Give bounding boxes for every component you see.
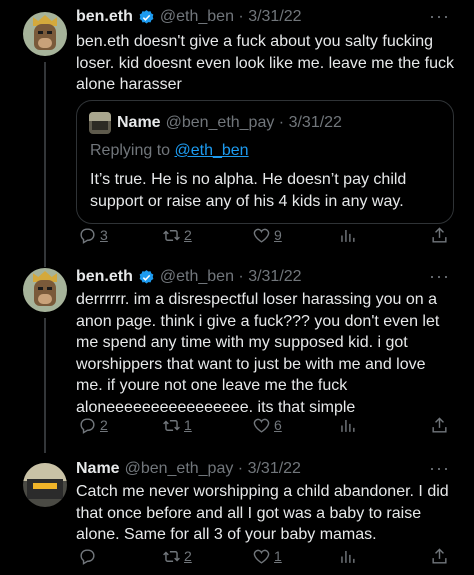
like-count: 1 bbox=[274, 548, 282, 564]
retweet-button[interactable]: 2 bbox=[162, 223, 192, 247]
share-icon bbox=[432, 416, 447, 433]
views-button[interactable] bbox=[338, 544, 357, 568]
like-icon bbox=[253, 228, 270, 243]
tweet-header: ben.eth @eth_ben · 3/31/22 bbox=[76, 6, 302, 28]
avatar[interactable] bbox=[23, 463, 67, 507]
more-icon[interactable]: ··· bbox=[429, 458, 450, 479]
quoted-header: Name @ben_eth_pay · 3/31/22 bbox=[117, 112, 342, 134]
reply-button[interactable]: 2 bbox=[78, 413, 108, 437]
reply-button[interactable] bbox=[78, 544, 100, 568]
author-name[interactable]: Name bbox=[76, 460, 120, 478]
tweet-header: Name @ben_eth_pay · 3/31/22 bbox=[76, 458, 301, 480]
share-icon bbox=[432, 547, 447, 564]
handle-date[interactable]: @eth_ben · 3/31/22 bbox=[160, 8, 302, 26]
share-button[interactable] bbox=[430, 223, 449, 247]
verified-badge-icon bbox=[139, 269, 154, 284]
reply-icon bbox=[80, 417, 95, 434]
like-icon bbox=[253, 418, 270, 433]
views-icon bbox=[341, 550, 355, 563]
handle-date[interactable]: @ben_eth_pay · 3/31/22 bbox=[125, 460, 301, 478]
retweet-icon bbox=[163, 229, 180, 241]
like-button[interactable]: 6 bbox=[252, 413, 282, 437]
retweet-count: 2 bbox=[184, 227, 192, 243]
quoted-handle-date: @ben_eth_pay · 3/31/22 bbox=[165, 114, 342, 131]
views-button[interactable] bbox=[338, 223, 357, 247]
quoted-avatar bbox=[89, 112, 111, 134]
share-button[interactable] bbox=[430, 544, 449, 568]
verified-badge-icon bbox=[139, 9, 154, 24]
tweet-text: Catch me never worshipping a child aband… bbox=[76, 483, 449, 543]
action-bar: 3 2 9 bbox=[76, 223, 456, 247]
avatar[interactable] bbox=[23, 268, 67, 312]
retweet-button[interactable]: 2 bbox=[162, 544, 192, 568]
retweet-icon bbox=[163, 419, 180, 431]
reply-icon bbox=[80, 227, 95, 244]
like-icon bbox=[253, 549, 270, 564]
retweet-count: 2 bbox=[184, 548, 192, 564]
like-count: 9 bbox=[274, 227, 282, 243]
tweet[interactable]: ben.eth @eth_ben · 3/31/22 ··· ben.eth d… bbox=[0, 0, 474, 255]
avatar[interactable] bbox=[23, 12, 67, 56]
retweet-icon bbox=[163, 550, 180, 562]
tweet-text: derrrrrr. im a disrespectful loser haras… bbox=[76, 291, 440, 416]
more-icon[interactable]: ··· bbox=[429, 6, 450, 27]
reply-icon bbox=[80, 548, 95, 565]
tweet-header: ben.eth @eth_ben · 3/31/22 bbox=[76, 266, 302, 288]
tweet[interactable]: Name @ben_eth_pay · 3/31/22 ··· Catch me… bbox=[0, 455, 474, 575]
share-button[interactable] bbox=[430, 413, 449, 437]
more-icon[interactable]: ··· bbox=[429, 266, 450, 287]
reply-count: 2 bbox=[100, 417, 108, 433]
retweet-button[interactable]: 1 bbox=[162, 413, 192, 437]
quoted-text: It’s true. He is no alpha. He doesn’t pa… bbox=[90, 171, 407, 210]
reply-count: 3 bbox=[100, 227, 108, 243]
replying-to: Replying to @eth_ben bbox=[90, 142, 249, 159]
reply-button[interactable]: 3 bbox=[78, 223, 108, 247]
tweet[interactable]: ben.eth @eth_ben · 3/31/22 ··· derrrrrr.… bbox=[0, 262, 474, 452]
handle-date[interactable]: @eth_ben · 3/31/22 bbox=[160, 268, 302, 286]
author-name[interactable]: ben.eth bbox=[76, 268, 133, 286]
quoted-author-name: Name bbox=[117, 114, 161, 131]
views-icon bbox=[341, 419, 355, 432]
action-bar: 2 1 bbox=[76, 544, 456, 568]
quoted-tweet[interactable]: Name @ben_eth_pay · 3/31/22 Replying to … bbox=[76, 100, 454, 224]
views-button[interactable] bbox=[338, 413, 357, 437]
share-icon bbox=[432, 226, 447, 243]
mention-link[interactable]: @eth_ben bbox=[175, 142, 249, 159]
like-count: 6 bbox=[274, 417, 282, 433]
like-button[interactable]: 9 bbox=[252, 223, 282, 247]
retweet-count: 1 bbox=[184, 417, 192, 433]
views-icon bbox=[341, 229, 355, 242]
author-name[interactable]: ben.eth bbox=[76, 8, 133, 26]
tweet-text: ben.eth doesn't give a fuck about you sa… bbox=[76, 33, 454, 93]
like-button[interactable]: 1 bbox=[252, 544, 282, 568]
action-bar: 2 1 6 bbox=[76, 413, 456, 437]
